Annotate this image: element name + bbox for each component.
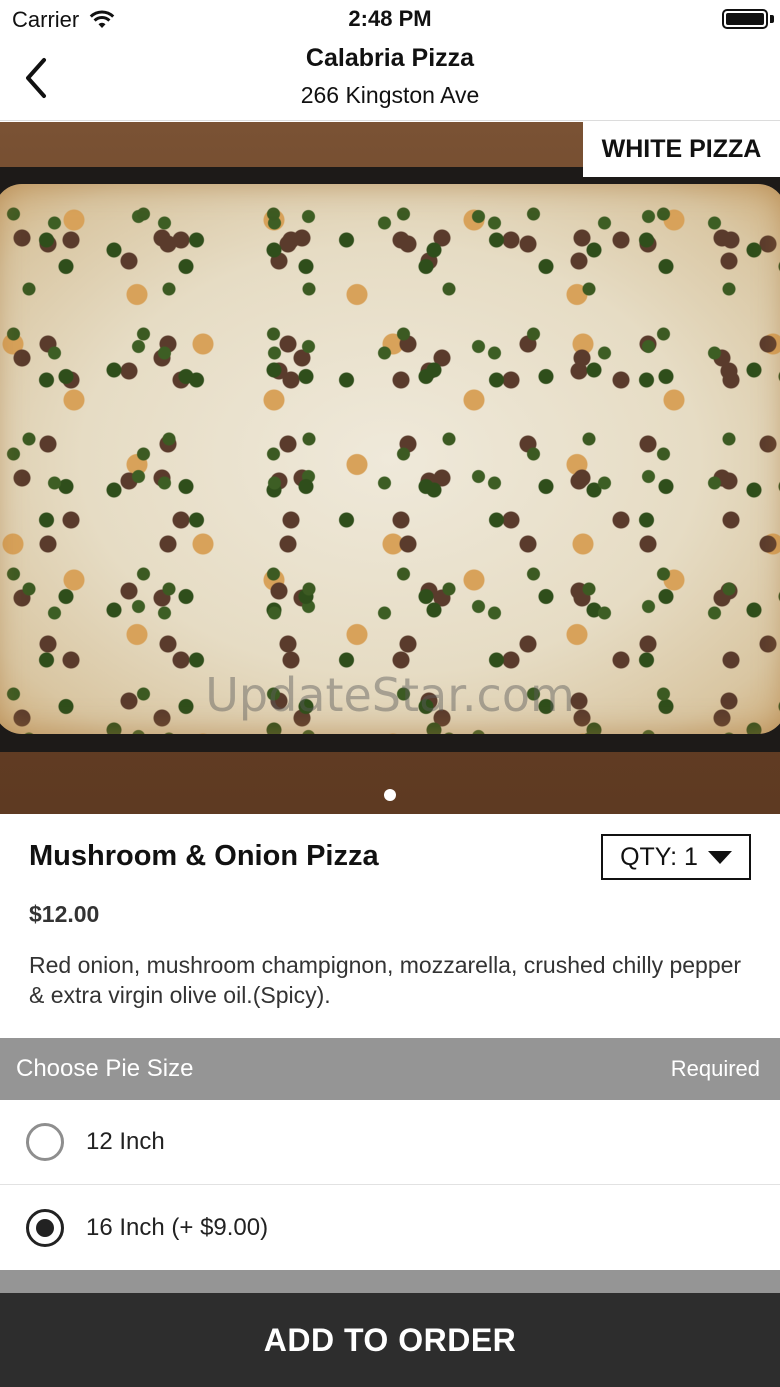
pizza-photo xyxy=(0,184,780,734)
radio-unchecked-icon[interactable] xyxy=(26,1123,64,1161)
radio-selected-dot xyxy=(36,1218,54,1237)
item-description: Red onion, mushroom champignon, mozzarel… xyxy=(29,952,742,1008)
carousel-page-indicator xyxy=(384,789,396,801)
restaurant-name: Calabria Pizza xyxy=(305,44,475,72)
restaurant-address: 266 Kingston Ave xyxy=(300,82,480,108)
status-time: 2:48 PM xyxy=(348,6,432,31)
option-12-inch[interactable]: 12 Inch xyxy=(0,1100,780,1185)
add-to-order-button[interactable]: ADD TO ORDER xyxy=(0,1293,780,1387)
option-label: 16 Inch (+ $9.00) xyxy=(86,1213,269,1241)
battery-level xyxy=(726,13,764,25)
battery-icon xyxy=(722,9,768,29)
required-label: Required xyxy=(670,1056,760,1081)
pie-size-section-header: Choose Pie Size Required xyxy=(0,1038,780,1100)
radio-checked-icon[interactable] xyxy=(26,1208,64,1247)
option-16-inch[interactable]: 16 Inch (+ $9.00) xyxy=(0,1185,780,1270)
navigation-bar: Calabria Pizza 266 Kingston Ave xyxy=(0,40,780,121)
section-title: Choose Pie Size xyxy=(16,1055,194,1082)
quantity-label: QTY: 1 xyxy=(620,842,698,871)
status-bar: Carrier 2:48 PM xyxy=(0,0,780,40)
category-tag: WHITE PIZZA xyxy=(583,122,780,177)
item-name: Mushroom & Onion Pizza xyxy=(29,840,379,872)
quantity-selector[interactable]: QTY: 1 xyxy=(601,834,751,880)
battery-tip xyxy=(770,15,774,23)
item-price: $12.00 xyxy=(29,901,100,927)
caret-down-icon xyxy=(707,850,732,864)
option-label: 12 Inch xyxy=(86,1128,165,1155)
watermark: UpdateStar.com xyxy=(205,668,575,722)
